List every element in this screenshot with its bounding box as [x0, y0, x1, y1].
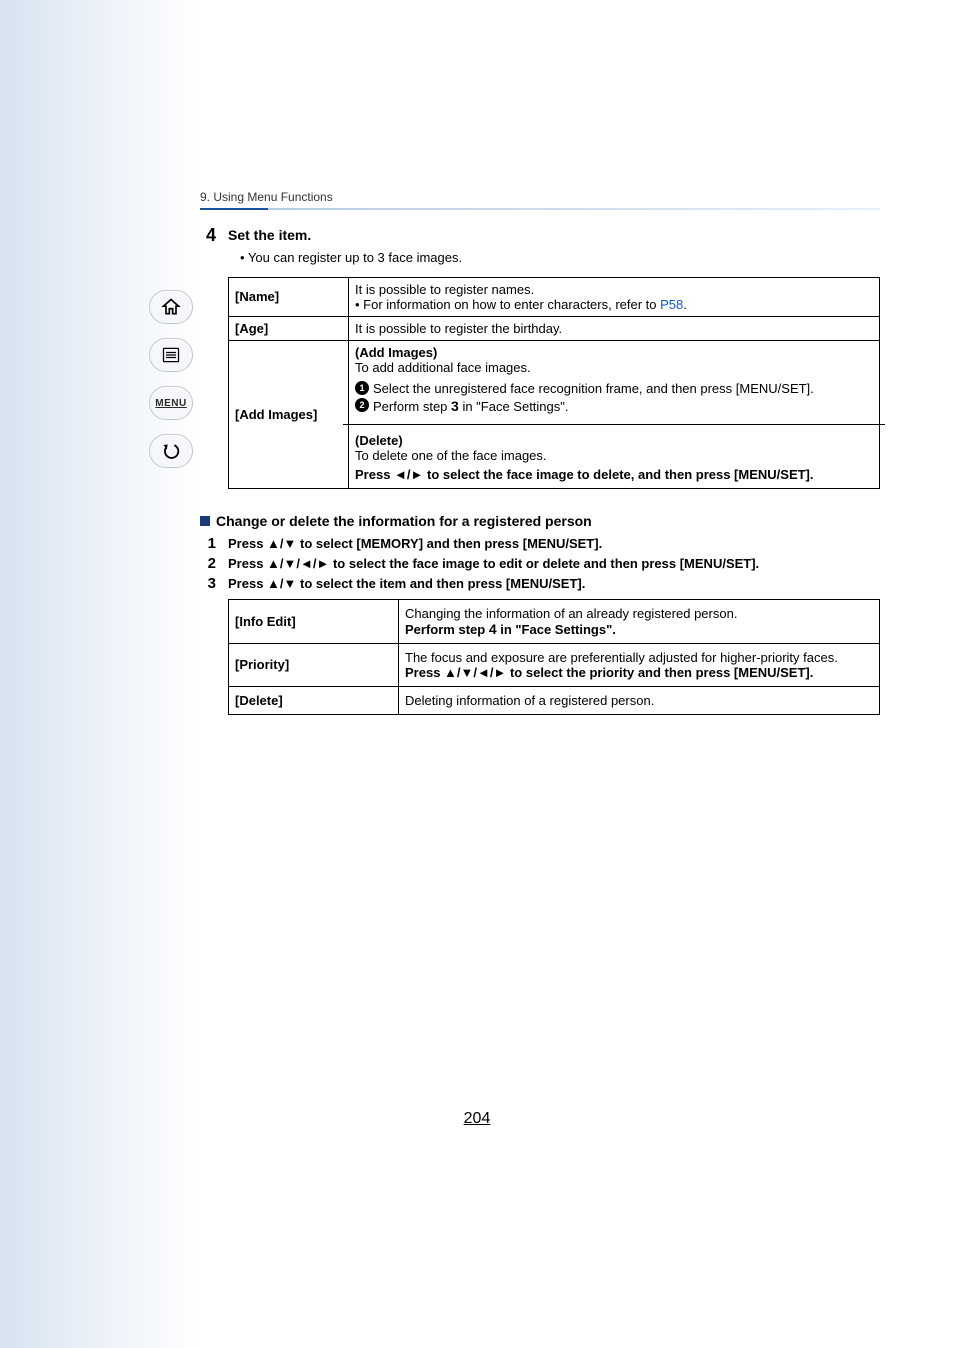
- nav-button-group: MENU: [148, 290, 194, 468]
- back-icon: [160, 441, 182, 461]
- home-button[interactable]: [149, 290, 193, 324]
- delete-head: (Delete): [355, 433, 403, 448]
- info-edit-bold: Perform step 4 in "Face Settings".: [405, 622, 616, 637]
- table-row: [Info Edit] Changing the information of …: [229, 599, 880, 643]
- add-step-1: Select the unregistered face recognition…: [373, 381, 873, 396]
- table-row: [Name] It is possible to register names.…: [229, 277, 880, 316]
- page-number[interactable]: 204: [0, 1110, 954, 1128]
- settings-table-1: [Name] It is possible to register names.…: [228, 277, 880, 489]
- row-content: The focus and exposure are preferentiall…: [399, 643, 880, 686]
- name-desc-line1: It is possible to register names.: [355, 282, 534, 297]
- row-content: Deleting information of a registered per…: [399, 686, 880, 714]
- row-content: It is possible to register names. • For …: [349, 277, 880, 316]
- list-text: Press ▲/▼ to select [MEMORY] and then pr…: [228, 535, 602, 553]
- settings-table-2: [Info Edit] Changing the information of …: [228, 599, 880, 715]
- delete-desc: To delete one of the face images.: [355, 448, 547, 463]
- list-text: Press ▲/▼ to select the item and then pr…: [228, 575, 585, 593]
- circled-number-2-icon: 2: [355, 398, 369, 412]
- inner-divider: [343, 424, 885, 425]
- row-label: [Age]: [229, 316, 349, 340]
- row-label: [Name]: [229, 277, 349, 316]
- circled-number-1-icon: 1: [355, 381, 369, 395]
- row-content: Changing the information of an already r…: [399, 599, 880, 643]
- toc-button[interactable]: [149, 338, 193, 372]
- list-number: 2: [200, 555, 216, 573]
- table-row: [Add Images] (Add Images) To add additio…: [229, 340, 880, 488]
- page-content: 9. Using Menu Functions 4 Set the item. …: [200, 190, 880, 715]
- menu-button[interactable]: MENU: [149, 386, 193, 420]
- step-title: Set the item.: [228, 226, 311, 246]
- add-step-2: Perform step 3 in "Face Settings".: [373, 398, 873, 414]
- row-label: [Delete]: [229, 686, 399, 714]
- name-desc-line2a: • For information on how to enter charac…: [355, 297, 660, 312]
- list-number: 3: [200, 575, 216, 593]
- step-4-row: 4 Set the item.: [200, 226, 880, 246]
- page-link-p58[interactable]: P58: [660, 297, 683, 312]
- square-bullet-icon: [200, 516, 210, 526]
- list-item: 2 Press ▲/▼/◄/► to select the face image…: [200, 555, 880, 573]
- breadcrumb-underline: [200, 208, 880, 210]
- back-button[interactable]: [149, 434, 193, 468]
- priority-bold: Press ▲/▼/◄/► to select the priority and…: [405, 665, 813, 680]
- row-content: It is possible to register the birthday.: [349, 316, 880, 340]
- section-heading: Change or delete the information for a r…: [200, 513, 880, 529]
- row-label: [Priority]: [229, 643, 399, 686]
- row-label: [Add Images]: [229, 340, 349, 488]
- table-row: [Priority] The focus and exposure are pr…: [229, 643, 880, 686]
- sidebar-gradient: [0, 0, 200, 1348]
- table-row: [Age] It is possible to register the bir…: [229, 316, 880, 340]
- list-text: Press ▲/▼/◄/► to select the face image t…: [228, 555, 759, 573]
- list-item: 1 Press ▲/▼ to select [MEMORY] and then …: [200, 535, 880, 553]
- table-row: [Delete] Deleting information of a regis…: [229, 686, 880, 714]
- menu-label: MENU: [155, 398, 186, 409]
- row-content: (Add Images) To add additional face imag…: [349, 340, 880, 488]
- list-item: 3 Press ▲/▼ to select the item and then …: [200, 575, 880, 593]
- delete-instruction: Press ◄/► to select the face image to de…: [355, 467, 814, 482]
- step-subtext: You can register up to 3 face images.: [240, 250, 880, 265]
- list-icon: [160, 345, 182, 365]
- priority-desc: The focus and exposure are preferentiall…: [405, 650, 838, 665]
- list-number: 1: [200, 535, 216, 553]
- name-desc-line2b: .: [683, 297, 687, 312]
- section-heading-text: Change or delete the information for a r…: [216, 513, 592, 529]
- row-label: [Info Edit]: [229, 599, 399, 643]
- numbered-steps-list: 1 Press ▲/▼ to select [MEMORY] and then …: [200, 535, 880, 593]
- home-icon: [160, 297, 182, 317]
- info-edit-desc: Changing the information of an already r…: [405, 606, 737, 621]
- step-number: 4: [200, 226, 216, 246]
- add-images-head: (Add Images): [355, 345, 437, 360]
- add-images-desc: To add additional face images.: [355, 360, 531, 375]
- breadcrumb: 9. Using Menu Functions: [200, 190, 880, 208]
